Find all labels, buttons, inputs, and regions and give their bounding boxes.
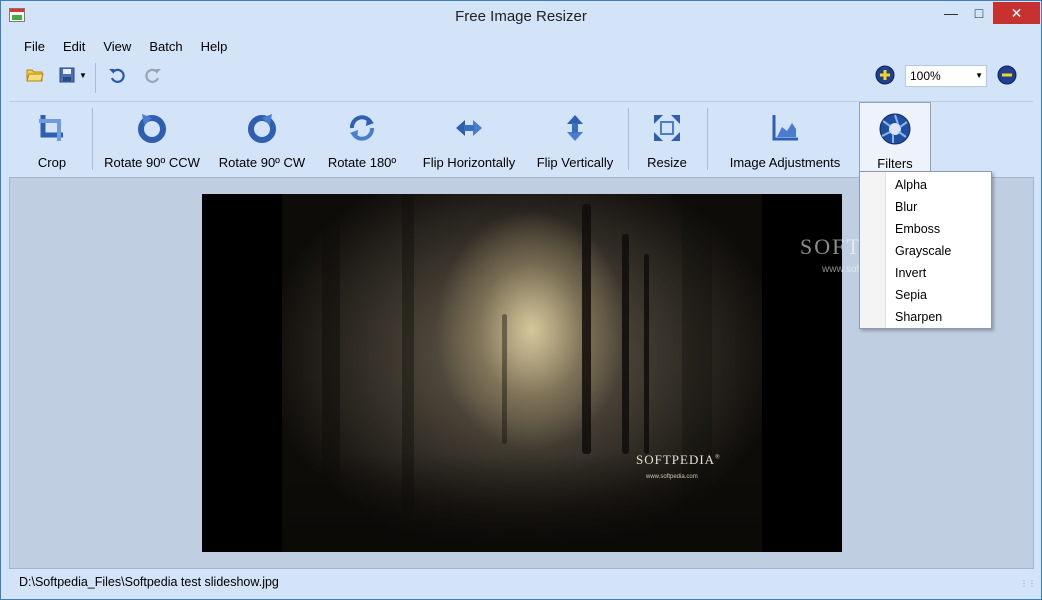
resize-label: Resize	[647, 155, 687, 170]
maximize-button[interactable]: □	[965, 2, 993, 24]
undo-icon	[109, 68, 125, 83]
zoom-value: 100%	[910, 69, 941, 83]
zoom-select[interactable]: 100% ▼	[905, 65, 987, 87]
save-dropdown-button[interactable]: ▼	[77, 63, 89, 87]
filters-button[interactable]: Filters	[859, 102, 931, 174]
save-icon	[59, 67, 75, 83]
resize-icon	[650, 110, 684, 146]
menu-view[interactable]: View	[94, 38, 140, 56]
flip-horizontal-button[interactable]: Flip Horizontally	[417, 102, 521, 174]
flip-horizontal-label: Flip Horizontally	[422, 155, 516, 170]
save-button[interactable]	[55, 63, 79, 87]
title-bar: Free Image Resizer — □ ✕	[1, 1, 1041, 32]
close-button[interactable]: ✕	[993, 2, 1040, 24]
image-adjustments-button[interactable]: Image Adjustments	[729, 102, 841, 174]
resize-grip-icon[interactable]: ⋮⋮	[1020, 580, 1036, 591]
flip-vertical-button[interactable]: Flip Vertically	[535, 102, 615, 174]
crop-button[interactable]: Crop	[29, 102, 75, 174]
filter-emboss[interactable]: Emboss	[895, 218, 940, 240]
toolbar-separator	[628, 108, 629, 170]
menu-batch[interactable]: Batch	[140, 38, 191, 56]
image-adjustments-icon	[768, 110, 802, 146]
status-file-path: D:\Softpedia_Files\Softpedia test slides…	[19, 575, 279, 589]
flip-horizontal-icon	[452, 110, 486, 146]
window-title: Free Image Resizer	[455, 8, 587, 25]
filter-alpha[interactable]: Alpha	[895, 174, 927, 196]
rotate-cw-label: Rotate 90º CW	[218, 155, 306, 170]
menu-help[interactable]: Help	[192, 38, 237, 56]
image-preview: SOFTPEDIA® www.softpedia.com	[202, 194, 842, 552]
image-watermark: SOFTPEDIA®	[636, 452, 721, 467]
flip-vertical-icon	[558, 110, 592, 146]
quick-toolbar: ▼ 100% ▼	[21, 63, 1031, 93]
filter-grayscale[interactable]: Grayscale	[895, 240, 951, 262]
toolbar-separator	[95, 63, 96, 93]
edit-toolbar: Crop Rotate 90º CCW Rotate 90º CW Rotate…	[9, 101, 1033, 175]
chevron-down-icon: ▼	[79, 70, 87, 80]
rotate-180-label: Rotate 180º	[327, 155, 397, 170]
menu-file[interactable]: File	[15, 38, 54, 56]
open-folder-icon	[26, 69, 44, 82]
rotate-ccw-button[interactable]: Rotate 90º CCW	[104, 102, 200, 174]
forest-photo	[282, 194, 762, 552]
app-window: Free Image Resizer — □ ✕ File Edit View …	[0, 0, 1042, 600]
filters-icon	[878, 111, 912, 147]
filter-sepia[interactable]: Sepia	[895, 284, 927, 306]
rotate-180-button[interactable]: Rotate 180º	[327, 102, 397, 174]
toolbar-separator	[707, 108, 708, 170]
minimize-button[interactable]: —	[937, 2, 965, 24]
zoom-in-icon	[875, 65, 895, 85]
filters-menu: Alpha Blur Emboss Grayscale Invert Sepia…	[859, 171, 992, 329]
resize-button[interactable]: Resize	[645, 102, 689, 174]
rotate-ccw-icon	[135, 110, 169, 146]
redo-button[interactable]	[141, 63, 165, 87]
crop-icon	[35, 110, 69, 146]
open-button[interactable]	[23, 63, 47, 87]
zoom-out-icon	[997, 65, 1017, 85]
rotate-ccw-label: Rotate 90º CCW	[104, 155, 200, 170]
chevron-down-icon: ▼	[975, 71, 983, 80]
undo-button[interactable]	[105, 63, 129, 87]
filter-blur[interactable]: Blur	[895, 196, 917, 218]
redo-icon	[145, 68, 161, 83]
status-bar: D:\Softpedia_Files\Softpedia test slides…	[9, 571, 1036, 595]
toolbar-separator	[92, 108, 93, 170]
image-watermark-url: www.softpedia.com	[646, 474, 698, 480]
rotate-cw-icon	[245, 110, 279, 146]
zoom-in-button[interactable]	[873, 63, 897, 87]
crop-label: Crop	[37, 155, 67, 170]
menu-edit[interactable]: Edit	[54, 38, 94, 56]
rotate-180-icon	[345, 110, 379, 146]
menu-bar: File Edit View Batch Help	[15, 38, 236, 56]
filters-label: Filters	[877, 156, 913, 171]
zoom-out-button[interactable]	[995, 63, 1019, 87]
filter-sharpen[interactable]: Sharpen	[895, 306, 942, 328]
flip-vertical-label: Flip Vertically	[536, 155, 614, 170]
image-adjustments-label: Image Adjustments	[729, 155, 841, 170]
rotate-cw-button[interactable]: Rotate 90º CW	[219, 102, 305, 174]
filter-invert[interactable]: Invert	[895, 262, 926, 284]
